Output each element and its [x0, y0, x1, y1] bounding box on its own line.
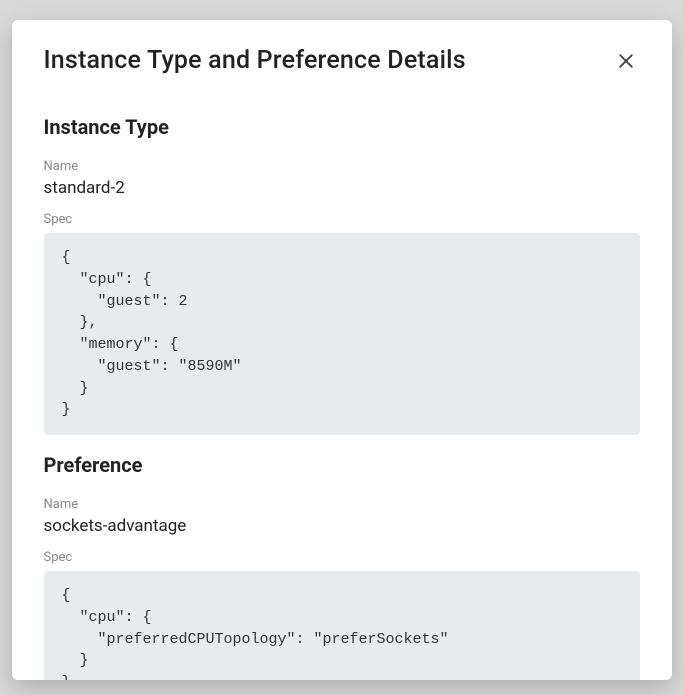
preference-name-value: sockets-advantage — [44, 516, 640, 536]
instance-type-name-value: standard-2 — [44, 178, 640, 198]
instance-type-spec-label: Spec — [44, 212, 640, 227]
modal-header: Instance Type and Preference Details — [12, 20, 672, 95]
close-button[interactable] — [612, 47, 640, 75]
preference-spec-value: { "cpu": { "preferredCPUTopology": "pref… — [44, 571, 640, 680]
modal-overlay: Instance Type and Preference Details Ins… — [0, 0, 683, 695]
modal-title: Instance Type and Preference Details — [44, 46, 466, 75]
instance-type-spec-value: { "cpu": { "guest": 2 }, "memory": { "gu… — [44, 233, 640, 435]
preference-spec-label: Spec — [44, 550, 640, 565]
instance-type-heading: Instance Type — [44, 115, 640, 139]
modal-body: Instance Type Name standard-2 Spec { "cp… — [12, 95, 672, 680]
preference-heading: Preference — [44, 453, 640, 477]
instance-type-name-label: Name — [44, 159, 640, 174]
preference-name-label: Name — [44, 497, 640, 512]
close-icon — [616, 51, 636, 71]
modal-dialog: Instance Type and Preference Details Ins… — [12, 20, 672, 680]
